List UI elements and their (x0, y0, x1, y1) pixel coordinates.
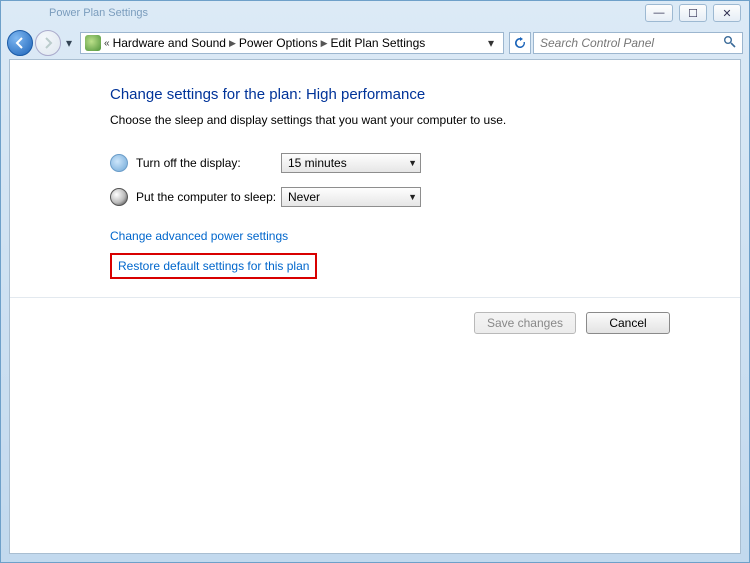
chevron-down-icon: ▼ (408, 192, 417, 202)
back-button[interactable] (7, 30, 33, 56)
sleep-row: Put the computer to sleep: Never ▼ (110, 187, 740, 207)
chevron-right-icon: ▶ (321, 38, 328, 49)
address-bar: ▾ « Hardware and Sound ▶ Power Options ▶… (1, 29, 749, 57)
minimize-button[interactable]: — (645, 4, 673, 22)
turn-off-display-label: Turn off the display: (136, 156, 281, 170)
maximize-button[interactable]: ☐ (679, 4, 707, 22)
restore-defaults-link[interactable]: Restore default settings for this plan (118, 259, 309, 273)
search-input[interactable]: Search Control Panel (533, 32, 743, 54)
advanced-settings-link[interactable]: Change advanced power settings (110, 229, 288, 243)
save-button: Save changes (474, 312, 576, 334)
cancel-button[interactable]: Cancel (586, 312, 670, 334)
page-title: Change settings for the plan: High perfo… (110, 86, 740, 103)
sleep-icon (110, 188, 128, 206)
close-button[interactable]: ✕ (713, 4, 741, 22)
footer-buttons: Save changes Cancel (110, 312, 740, 334)
turn-off-display-select[interactable]: 15 minutes ▼ (281, 153, 421, 173)
content-area: Change settings for the plan: High perfo… (9, 59, 741, 554)
breadcrumb-dropdown[interactable]: ▾ (483, 36, 499, 50)
turn-off-display-row: Turn off the display: 15 minutes ▼ (110, 153, 740, 173)
forward-button (35, 30, 61, 56)
window-controls: — ☐ ✕ (645, 4, 741, 22)
links-block: Change advanced power settings Restore d… (110, 229, 740, 279)
divider (10, 297, 740, 298)
chevron-down-icon: ▼ (408, 158, 417, 168)
sleep-label: Put the computer to sleep: (136, 190, 281, 204)
chevron-left-icon: « (104, 38, 110, 49)
page-subtext: Choose the sleep and display settings th… (110, 113, 740, 127)
turn-off-display-value: 15 minutes (288, 156, 347, 170)
titlebar: Power Plan Settings — ☐ ✕ (1, 1, 749, 29)
search-placeholder: Search Control Panel (540, 36, 654, 50)
restore-link-highlight: Restore default settings for this plan (110, 253, 317, 279)
refresh-button[interactable] (509, 32, 531, 54)
control-panel-window: Power Plan Settings — ☐ ✕ ▾ « Hardware a… (0, 0, 750, 563)
breadcrumb-segment[interactable]: Power Options (239, 36, 318, 50)
nav-history-dropdown[interactable]: ▾ (63, 31, 75, 55)
breadcrumb[interactable]: « Hardware and Sound ▶ Power Options ▶ E… (80, 32, 504, 54)
breadcrumb-segment[interactable]: Hardware and Sound (113, 36, 226, 50)
control-panel-icon (85, 35, 101, 51)
sleep-select[interactable]: Never ▼ (281, 187, 421, 207)
search-icon[interactable] (723, 35, 736, 51)
sleep-value: Never (288, 190, 320, 204)
window-title-hint: Power Plan Settings (49, 7, 148, 19)
breadcrumb-segment[interactable]: Edit Plan Settings (331, 36, 426, 50)
display-icon (110, 154, 128, 172)
chevron-right-icon: ▶ (229, 38, 236, 49)
